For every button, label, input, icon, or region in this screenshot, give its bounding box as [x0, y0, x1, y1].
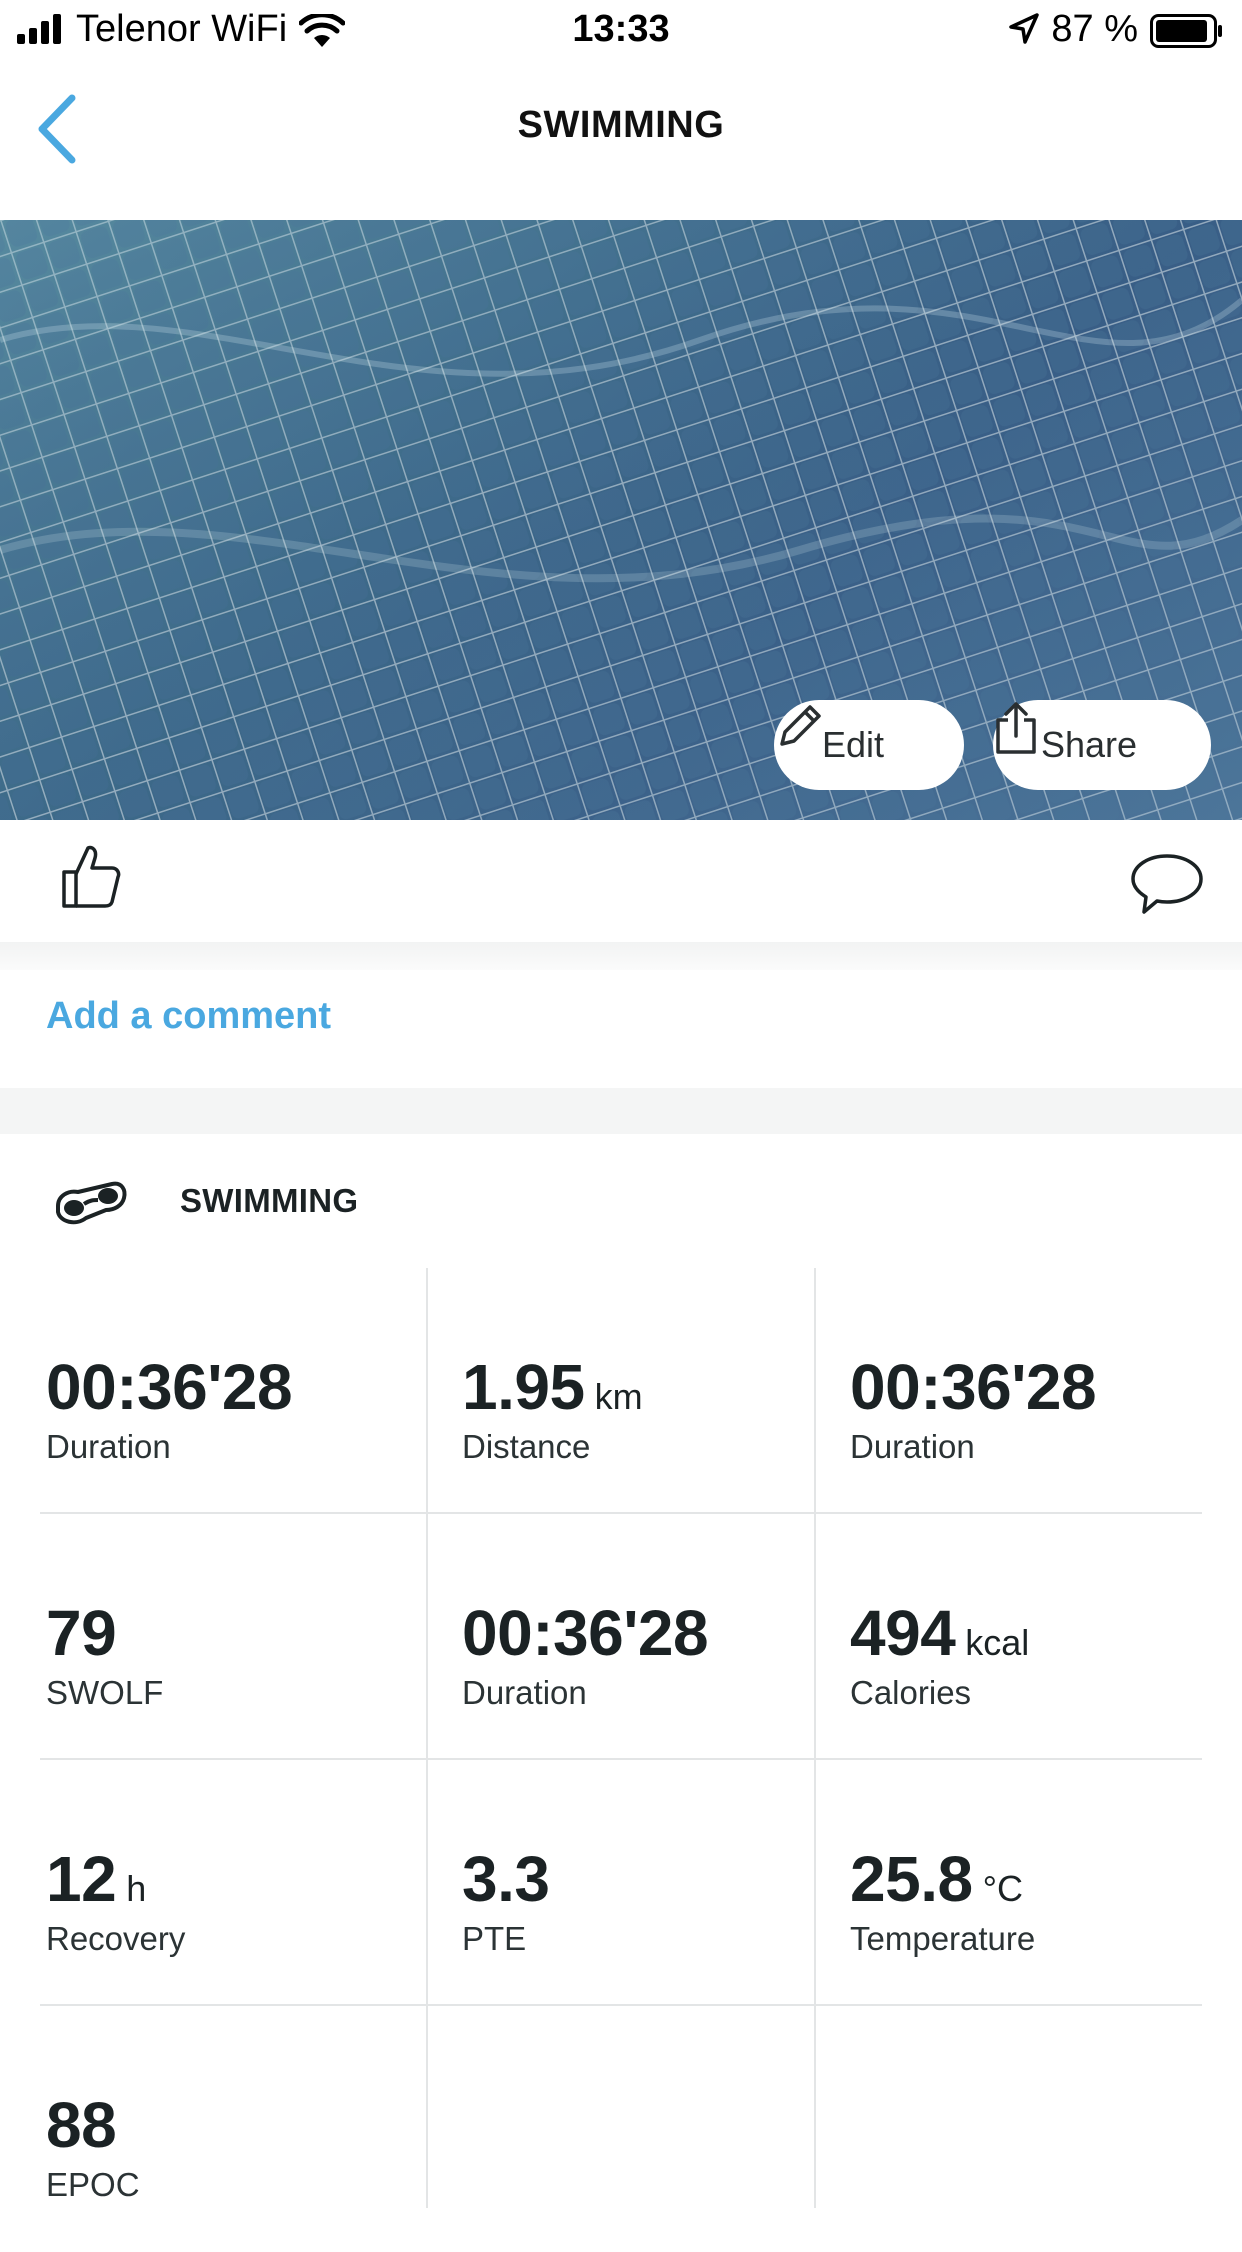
stat-value: 00:36'28 — [462, 1597, 709, 1669]
stat-label: Recovery — [46, 1920, 186, 1957]
stat-recovery: 12 h Recovery — [40, 1760, 427, 2006]
stat-value: 00:36'28 — [46, 1351, 293, 1423]
stat-label: Duration — [850, 1428, 975, 1465]
stat-label: SWOLF — [46, 1674, 164, 1711]
battery-percent: 87 % — [1051, 8, 1138, 50]
stat-value: 00:36'28 — [850, 1351, 1097, 1423]
stat-value: 3.3 — [462, 1843, 550, 1915]
stat-unit: km — [594, 1376, 643, 1417]
stat-pte: 3.3 PTE — [456, 1760, 843, 2006]
share-button[interactable]: Share — [993, 700, 1211, 790]
stat-duration: 00:36'28 Duration — [844, 1268, 1231, 1514]
stat-value: 12 — [46, 1843, 117, 1915]
thumbs-up-icon[interactable] — [60, 842, 122, 910]
stat-swolf: 79 SWOLF — [40, 1514, 427, 1760]
stat-value: 1.95 — [462, 1351, 585, 1423]
status-bar: Telenor WiFi 13:33 87 % — [0, 0, 1242, 62]
stat-label: Duration — [46, 1428, 171, 1465]
swimming-goggles-icon — [56, 1181, 127, 1225]
stat-temperature: 25.8 °C Temperature — [844, 1760, 1231, 2006]
stat-value: 494 — [850, 1597, 956, 1669]
reactions-bar — [0, 820, 1242, 942]
stat-duration: 00:36'28 Duration — [40, 1268, 427, 1514]
stat-label: Calories — [850, 1674, 972, 1711]
nav-bar: SWIMMING — [0, 62, 1242, 220]
activity-header: SWIMMING — [0, 1134, 1242, 1268]
add-comment-link[interactable]: Add a comment — [46, 995, 331, 1038]
activity-photo: Edit Share — [0, 220, 1242, 820]
divider-band — [0, 942, 1242, 970]
page-title: SWIMMING — [517, 104, 725, 146]
activity-name: SWIMMING — [180, 1182, 359, 1219]
edit-button[interactable]: Edit — [774, 700, 964, 790]
stat-duration: 00:36'28 Duration — [456, 1514, 843, 1760]
stat-value: 25.8 — [850, 1843, 973, 1915]
section-divider — [0, 1088, 1242, 1134]
share-label: Share — [1041, 724, 1138, 765]
stat-unit: kcal — [965, 1622, 1030, 1663]
stat-calories: 494 kcal Calories — [844, 1514, 1231, 1760]
location-arrow-icon — [1009, 13, 1039, 44]
stat-value: 88 — [46, 2089, 117, 2161]
battery-icon — [1150, 14, 1222, 48]
stat-label: Distance — [462, 1428, 591, 1465]
stat-value: 79 — [46, 1597, 117, 1669]
stat-epoc: 88 EPOC — [40, 2006, 427, 2252]
stat-unit: °C — [982, 1868, 1023, 1909]
stat-label: EPOC — [46, 2166, 140, 2203]
stat-distance: 1.95 km Distance — [456, 1268, 843, 1514]
stat-label: Duration — [462, 1674, 587, 1711]
stat-label: PTE — [462, 1920, 527, 1957]
stat-label: Temperature — [850, 1920, 1036, 1957]
stat-unit: h — [126, 1868, 147, 1909]
edit-label: Edit — [822, 724, 885, 765]
speech-bubble-icon[interactable] — [1130, 852, 1204, 916]
